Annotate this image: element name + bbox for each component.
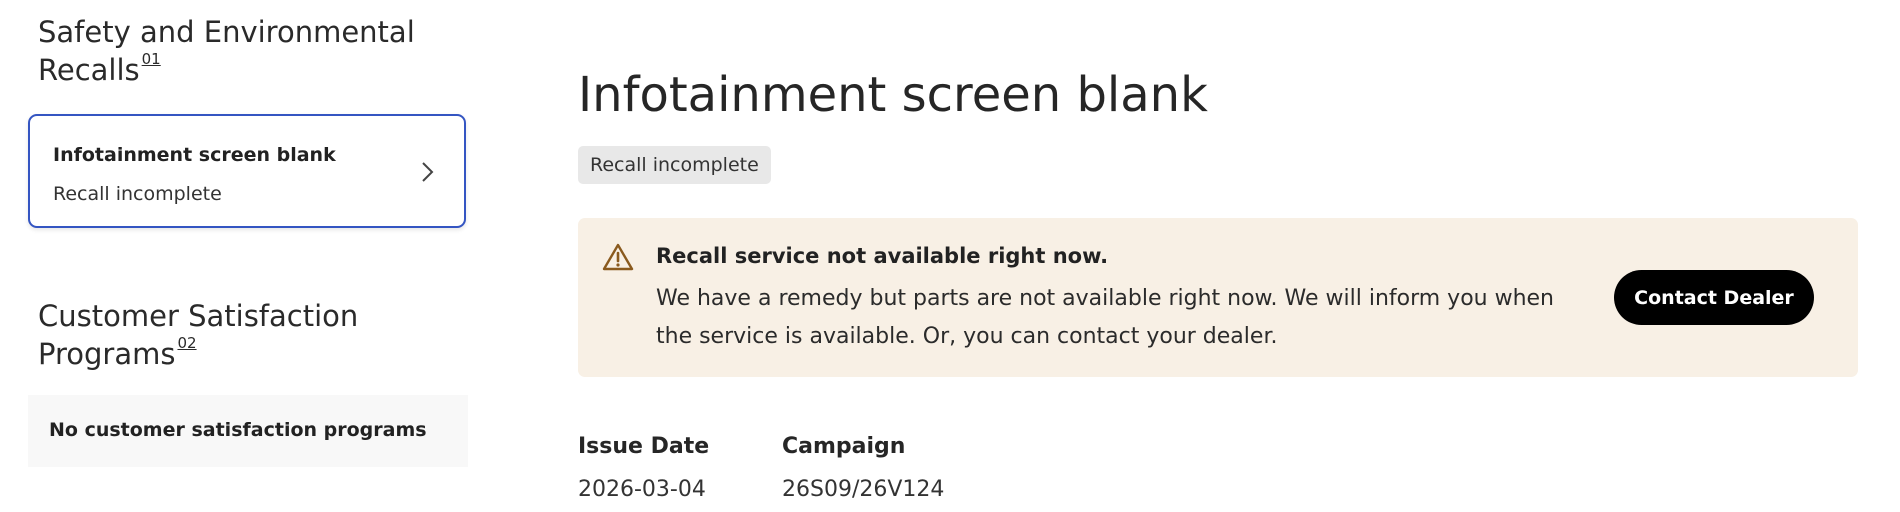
issue-date-field: Issue Date 2026-03-04 (578, 434, 709, 502)
alert-heading: Recall service not available right now. (656, 244, 1109, 268)
recall-alert: Recall service not available right now. … (578, 218, 1858, 377)
programs-empty-message: No customer satisfaction programs (49, 419, 427, 441)
programs-empty-state: No customer satisfaction programs (28, 395, 468, 467)
alert-body: We have a remedy but parts are not avail… (656, 286, 1555, 349)
programs-section-title: Customer Satisfaction Programs 02 (38, 297, 458, 373)
issue-date-label: Issue Date (578, 434, 710, 459)
campaign-field: Campaign 26S09/26V124 (782, 434, 944, 502)
programs-section-title-text: Customer Satisfaction Programs (38, 299, 359, 371)
programs-footnote-link[interactable]: 02 (177, 334, 196, 352)
recall-item-status: Recall incomplete (53, 183, 222, 205)
page-title: Infotainment screen blank (578, 67, 1208, 123)
recalls-footnote-link[interactable]: 01 (142, 50, 161, 68)
chevron-right-icon (422, 162, 434, 182)
recall-item-card[interactable]: Infotainment screen blank Recall incompl… (28, 114, 466, 228)
recall-item-title: Infotainment screen blank (53, 144, 336, 166)
contact-dealer-button[interactable]: Contact Dealer (1614, 270, 1814, 325)
campaign-value: 26S09/26V124 (782, 477, 945, 502)
recalls-section-title: Safety and Environmental Recalls 01 (38, 13, 458, 89)
campaign-label: Campaign (782, 434, 906, 459)
issue-date-value: 2026-03-04 (578, 477, 706, 502)
recalls-section-title-text: Safety and Environmental Recalls (38, 15, 415, 87)
status-badge: Recall incomplete (578, 146, 771, 184)
warning-triangle-icon (602, 243, 634, 271)
